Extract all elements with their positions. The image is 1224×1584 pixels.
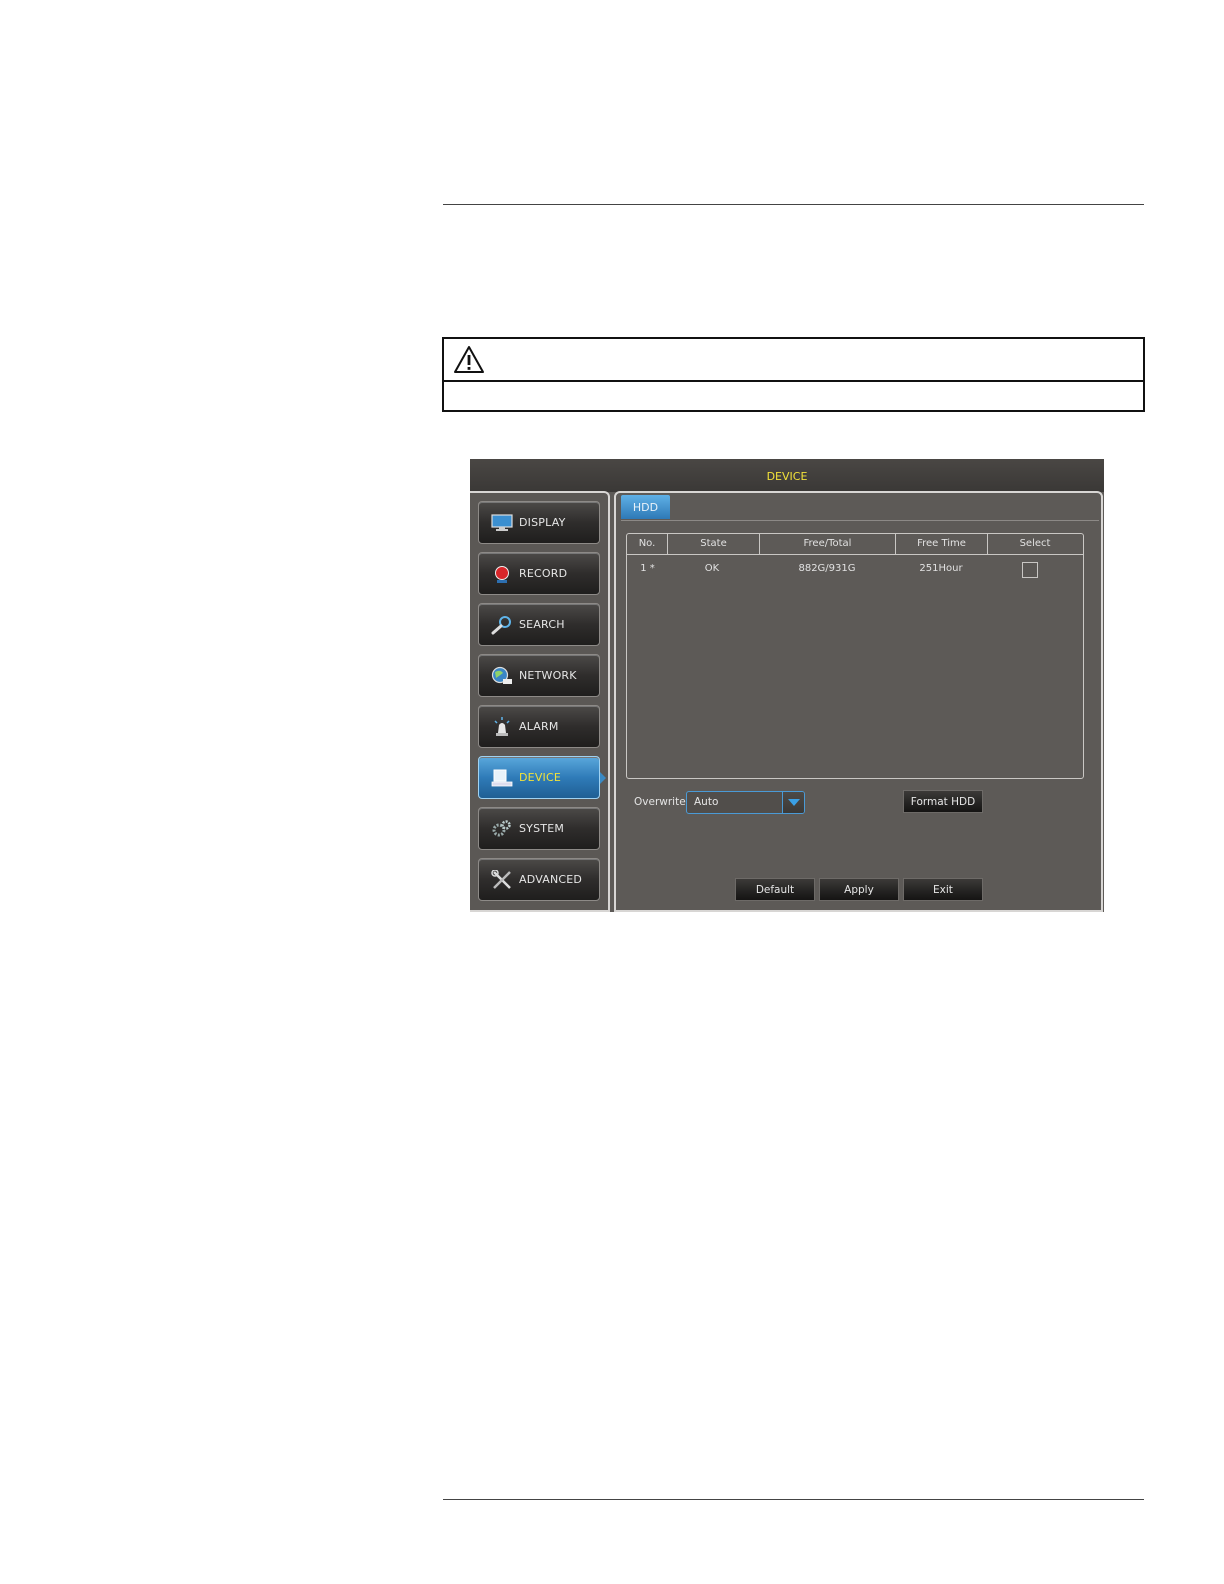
main-panel: HDD No. State Free/Total Free Time Selec… bbox=[614, 491, 1103, 912]
globe-icon bbox=[490, 665, 514, 687]
alarm-icon bbox=[490, 716, 514, 738]
table-header-row: No. State Free/Total Free Time Select bbox=[627, 534, 1083, 555]
sidebar-item-display[interactable]: DISPLAY bbox=[478, 501, 600, 544]
sidebar-item-label: ALARM bbox=[519, 720, 559, 733]
apply-button[interactable]: Apply bbox=[819, 878, 899, 901]
overwrite-select[interactable]: Auto bbox=[686, 791, 805, 814]
sidebar-item-search[interactable]: SEARCH bbox=[478, 603, 600, 646]
sidebar-item-label: SYSTEM bbox=[519, 822, 565, 835]
sidebar-item-label: NETWORK bbox=[519, 669, 577, 682]
header-rule bbox=[443, 204, 1144, 205]
sidebar-item-label: RECORD bbox=[519, 567, 568, 580]
sidebar-item-device[interactable]: DEVICE bbox=[478, 756, 606, 799]
tools-icon bbox=[490, 869, 514, 891]
tab-divider bbox=[621, 520, 1099, 521]
cell-state: OK bbox=[704, 563, 720, 574]
sidebar-item-label: DEVICE bbox=[519, 771, 562, 784]
sidebar-item-label: ADVANCED bbox=[519, 873, 583, 886]
dvr-device-window: DEVICE DISPLAY RECORD SEARCH NETWORK ALA… bbox=[470, 459, 1104, 912]
monitor-icon bbox=[490, 512, 514, 534]
column-header-free-time: Free Time bbox=[896, 534, 988, 554]
format-hdd-button[interactable]: Format HDD bbox=[903, 790, 983, 813]
gears-icon bbox=[490, 818, 514, 840]
exit-button[interactable]: Exit bbox=[903, 878, 983, 901]
column-header-state: State bbox=[668, 534, 760, 554]
column-header-no: No. bbox=[627, 534, 668, 554]
sidebar-item-label: DISPLAY bbox=[519, 516, 566, 529]
select-checkbox[interactable] bbox=[1022, 562, 1038, 578]
sidebar-item-advanced[interactable]: ADVANCED bbox=[478, 858, 600, 901]
sidebar-menu: DISPLAY RECORD SEARCH NETWORK ALARM DEVI… bbox=[470, 491, 610, 912]
cell-free-time: 251Hour bbox=[919, 563, 963, 574]
sidebar-item-alarm[interactable]: ALARM bbox=[478, 705, 600, 748]
footer-rule bbox=[443, 1499, 1144, 1500]
record-icon bbox=[490, 563, 514, 585]
overwrite-value: Auto bbox=[694, 796, 719, 808]
default-button[interactable]: Default bbox=[735, 878, 815, 901]
sidebar-item-record[interactable]: RECORD bbox=[478, 552, 600, 595]
magnifier-icon bbox=[490, 614, 514, 636]
sidebar-item-network[interactable]: NETWORK bbox=[478, 654, 600, 697]
laptop-icon bbox=[490, 767, 514, 789]
chevron-down-icon[interactable] bbox=[782, 792, 804, 813]
hdd-table: No. State Free/Total Free Time Select 1 … bbox=[626, 533, 1084, 779]
cell-no: 1 * bbox=[640, 563, 655, 574]
column-header-free-total: Free/Total bbox=[760, 534, 896, 554]
caution-header bbox=[444, 339, 1143, 382]
sidebar-item-system[interactable]: SYSTEM bbox=[478, 807, 600, 850]
sidebar-item-label: SEARCH bbox=[519, 618, 565, 631]
column-header-select: Select bbox=[1019, 538, 1051, 549]
warning-icon bbox=[454, 346, 484, 373]
window-title: DEVICE bbox=[470, 459, 1104, 492]
cell-free-total: 882G/931G bbox=[798, 563, 856, 574]
caution-box bbox=[442, 337, 1145, 412]
tab-hdd[interactable]: HDD bbox=[621, 495, 670, 519]
overwrite-label: Overwrite bbox=[634, 796, 686, 808]
